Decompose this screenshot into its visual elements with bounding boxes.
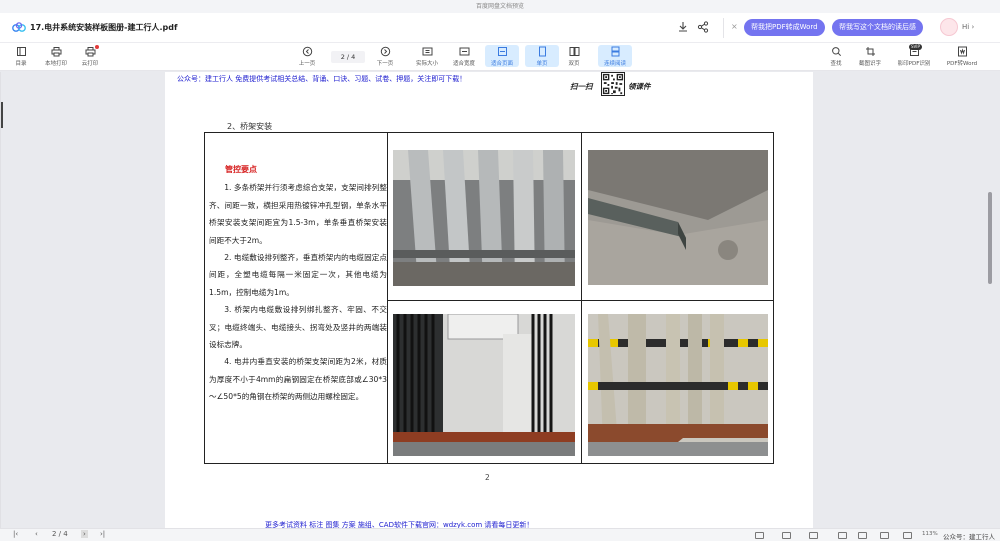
download-icon[interactable] [677, 21, 689, 33]
control-point-1: 1. 多条桥架并行须考虑综合支架，支架间排列整齐、间距一致，横担采用热镀锌冲孔型… [209, 183, 387, 245]
toolbar-prev-page-button[interactable]: 上一页 [290, 45, 324, 67]
last-page-icon[interactable]: ›| [100, 530, 105, 538]
section-title: 2、桥架安装 [227, 122, 273, 131]
toolbar-local-print-button[interactable]: 本地打印 [39, 45, 73, 67]
app-header: 17.电井系统安装样板图册-建工行人.pdf × 帮我把PDF转成Word 帮我… [0, 13, 1000, 43]
table-divider-2 [581, 133, 582, 463]
actual-size-status-icon[interactable] [755, 532, 764, 539]
catalog-icon [16, 47, 26, 56]
photo-cable-trays-ceiling [393, 150, 575, 286]
next-page-icon [380, 46, 390, 57]
first-page-icon[interactable]: |‹ [13, 530, 18, 538]
status-bar: |‹ ‹ 2 / 4 › ›| 113% 公众号：建工行人 [0, 528, 1000, 541]
notification-dot [95, 45, 99, 49]
double-page-icon [569, 47, 579, 56]
file-name: 17.电井系统安装样板图册-建工行人.pdf [30, 23, 178, 32]
screenshot-ocr-icon [865, 47, 875, 56]
photo-vertical-trays-floor [588, 314, 768, 456]
single-page-status-icon[interactable] [809, 532, 818, 539]
zoom-in-icon[interactable] [903, 532, 912, 539]
toolbar-scan-pdf-button[interactable]: SVIP 影印PDF识别 [894, 44, 934, 67]
print-icon [51, 47, 61, 57]
continuous-icon [611, 46, 619, 57]
continuous-status-icon[interactable] [858, 532, 867, 539]
cloud-print-icon [85, 47, 95, 57]
zoom-out-icon[interactable] [880, 532, 889, 539]
assistant-hi-label[interactable]: Hi › [962, 23, 974, 31]
double-page-status-icon[interactable] [838, 532, 847, 539]
left-panel-handle[interactable] [1, 102, 3, 128]
svip-badge: SVIP [909, 44, 922, 50]
review-suggestion-button[interactable]: 帮我写这个文档的读后感 [832, 19, 923, 36]
toolbar-next-page-button[interactable]: 下一页 [368, 45, 402, 67]
toolbar-double-page-button[interactable]: 双页 [557, 45, 591, 67]
pdf-word-icon [957, 46, 967, 57]
toolbar-actual-size-button[interactable]: 实际大小 [410, 45, 444, 67]
fit-page-icon [497, 47, 507, 56]
fit-width-icon [459, 47, 469, 56]
search-icon [831, 47, 841, 57]
page-number-input[interactable]: 2 / 4 [331, 51, 365, 63]
page-notice: 公众号：建工行人 免费提供考试相关总结、背诵、口诀、习题、试卷、押题，关注即可下… [177, 75, 467, 83]
toolbar-single-page-button[interactable]: 单页 [525, 45, 559, 67]
page-number: 2 [485, 473, 490, 482]
qr-code-icon [601, 72, 625, 96]
control-point-3: 3. 桥架内电缆敷设排列绑扎整齐、牢固、不交叉；电缆终端头、电缆接头、拐弯处及竖… [209, 305, 387, 350]
toolbar-cloud-print-button[interactable]: 云打印 [73, 45, 107, 67]
control-point-4: 4. 电井内垂直安装的桥架支架间距为2米，材质为厚度不小于4mm的扁钢固定在桥架… [209, 357, 387, 402]
watermark-text: 公众号：建工行人 [943, 533, 995, 541]
control-point-2: 2. 电缆敷设排列整齐，垂直桥架内的电缆固定点间距，全塑电缆每隔一米固定一次，其… [209, 253, 387, 297]
fit-width-status-icon[interactable] [782, 532, 791, 539]
close-icon[interactable]: × [731, 22, 738, 31]
photo-tray-wall-penetration [588, 150, 768, 285]
toolbar-continuous-reading-button[interactable]: 连续阅读 [598, 45, 632, 67]
window-titlebar: 百度网盘文档预览 [0, 0, 1000, 13]
pdf-to-word-suggestion-button[interactable]: 帮我把PDF转成Word [744, 19, 825, 36]
qr-left-label: 扫一扫 [570, 82, 593, 91]
qr-right-label: 领课件 [628, 82, 651, 91]
toolbar-search-button[interactable]: 查找 [819, 45, 853, 67]
content-table: 管控要点 1. 多条桥架并行须考虑综合支架，支架间排列整齐、间距一致，横担采用热… [204, 132, 774, 464]
control-points-title: 管控要点 [225, 165, 257, 174]
window-title: 百度网盘文档预览 [475, 3, 524, 10]
status-page-indicator[interactable]: 2 / 4 [52, 530, 68, 538]
prev-page-icon [302, 46, 312, 57]
status-next-page-icon[interactable]: › [81, 530, 88, 538]
share-icon[interactable] [697, 21, 709, 33]
table-divider-1 [387, 133, 388, 463]
assistant-avatar[interactable] [940, 18, 958, 36]
toolbar-fit-width-button[interactable]: 适合宽度 [447, 45, 481, 67]
zoom-level[interactable]: 113% [922, 531, 938, 537]
vertical-scrollbar-thumb[interactable] [988, 192, 992, 284]
photo-vertical-cable-tray [393, 314, 575, 456]
control-points-text: 管控要点 1. 多条桥架并行须考虑综合支架，支架间排列整齐、间距一致，横担采用热… [209, 161, 387, 406]
baidu-netdisk-logo-icon [12, 22, 26, 32]
single-page-icon [538, 46, 546, 57]
pdf-page: 公众号：建工行人 免费提供考试相关总结、背诵、口诀、习题、试卷、押题，关注即可下… [165, 72, 813, 529]
toolbar-catalog-button[interactable]: 目录 [4, 45, 38, 67]
toolbar-pdf-to-word-button[interactable]: PDF转Word [942, 45, 982, 67]
status-prev-page-icon[interactable]: ‹ [35, 530, 38, 538]
left-panel-edge [0, 72, 1, 528]
header-divider [723, 18, 724, 38]
toolbar-fit-page-button[interactable]: 适合页面 [485, 45, 519, 67]
table-divider-row [387, 300, 774, 301]
actual-size-icon [422, 47, 432, 56]
toolbar-screenshot-ocr-button[interactable]: 截图识字 [853, 45, 887, 67]
toolbar: 目录 本地打印 云打印 上一页 2 / 4 下一页 实际大小 适合宽度 适合页面… [0, 43, 1000, 71]
